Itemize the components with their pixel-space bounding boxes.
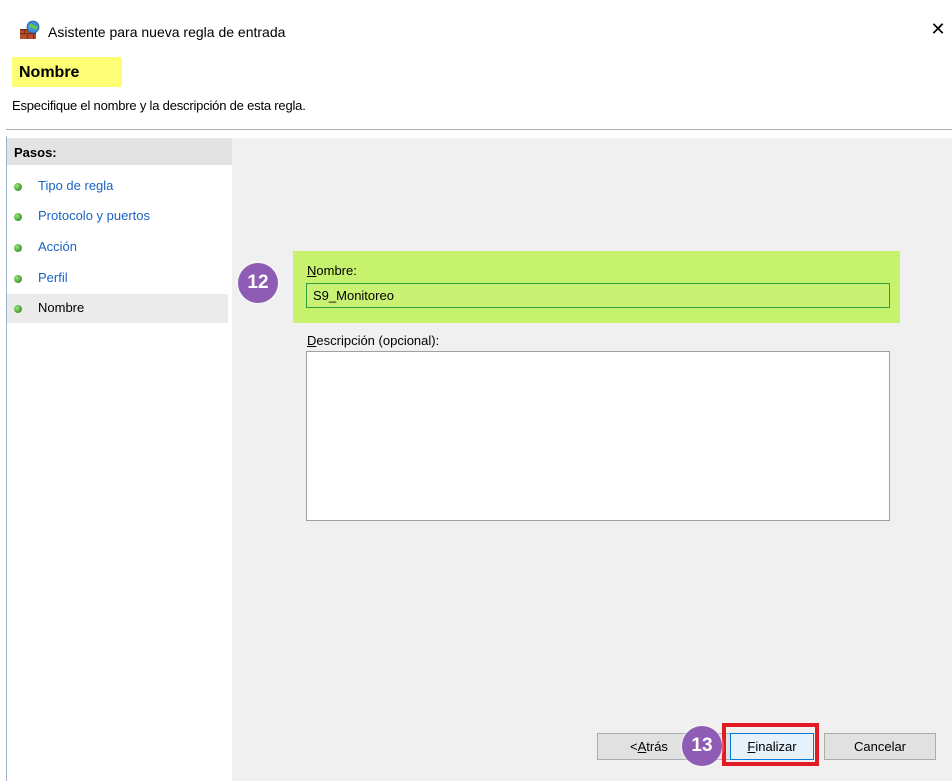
description-label: Descripción (opcional):	[307, 333, 439, 348]
finish-button-mnemonic: F	[747, 739, 756, 754]
firewall-icon	[20, 20, 40, 39]
name-label-text: ombre:	[316, 263, 357, 278]
close-button[interactable]: ✕	[924, 14, 952, 44]
step-bullet-icon	[14, 305, 22, 313]
description-label-text: escripción (opcional):	[316, 333, 440, 348]
close-icon: ✕	[930, 18, 946, 39]
back-button-mnemonic: A	[637, 739, 647, 754]
callout-badge-13: 13	[682, 726, 722, 766]
step-bullet-icon	[14, 213, 22, 221]
page-description: Especifique el nombre y la descripción d…	[12, 98, 306, 113]
step-label: Tipo de regla	[38, 178, 114, 193]
step-item-nombre: Nombre	[7, 294, 228, 323]
step-label: Acción	[38, 239, 78, 254]
description-label-mnemonic: D	[307, 333, 317, 348]
steps-panel: Pasos: Tipo de regla Protocolo y puertos…	[7, 138, 232, 781]
steps-header: Pasos:	[7, 138, 232, 165]
window-title: Asistente para nueva regla de entrada	[48, 24, 286, 40]
step-item-protocolo-y-puertos[interactable]: Protocolo y puertos	[7, 202, 228, 231]
finish-button-text: inalizar	[755, 739, 797, 754]
step-bullet-icon	[14, 244, 22, 252]
name-label: Nombre:	[307, 263, 357, 278]
name-input[interactable]	[306, 283, 890, 308]
title-bar[interactable]: Asistente para nueva regla de entrada ✕	[0, 0, 952, 52]
back-button-text: trás	[646, 739, 668, 754]
header-divider	[6, 129, 952, 130]
callout-badge-12: 12	[238, 263, 278, 303]
step-label: Protocolo y puertos	[38, 208, 151, 223]
step-item-accion[interactable]: Acción	[7, 233, 228, 262]
back-button-prefix: <	[630, 739, 638, 754]
finish-button[interactable]: Finalizar	[730, 733, 814, 760]
step-bullet-icon	[14, 183, 22, 191]
cancel-button[interactable]: Cancelar	[824, 733, 936, 760]
page-title: Nombre	[19, 64, 80, 81]
steps-header-label: Pasos:	[14, 145, 57, 160]
description-input[interactable]	[306, 351, 890, 521]
step-label: Nombre	[38, 300, 85, 315]
step-bullet-icon	[14, 275, 22, 283]
step-item-perfil[interactable]: Perfil	[7, 264, 228, 293]
step-label: Perfil	[38, 270, 68, 285]
name-label-mnemonic: N	[307, 263, 317, 278]
step-item-tipo-de-regla[interactable]: Tipo de regla	[7, 172, 228, 201]
wizard-window: Asistente para nueva regla de entrada ✕ …	[0, 0, 952, 781]
